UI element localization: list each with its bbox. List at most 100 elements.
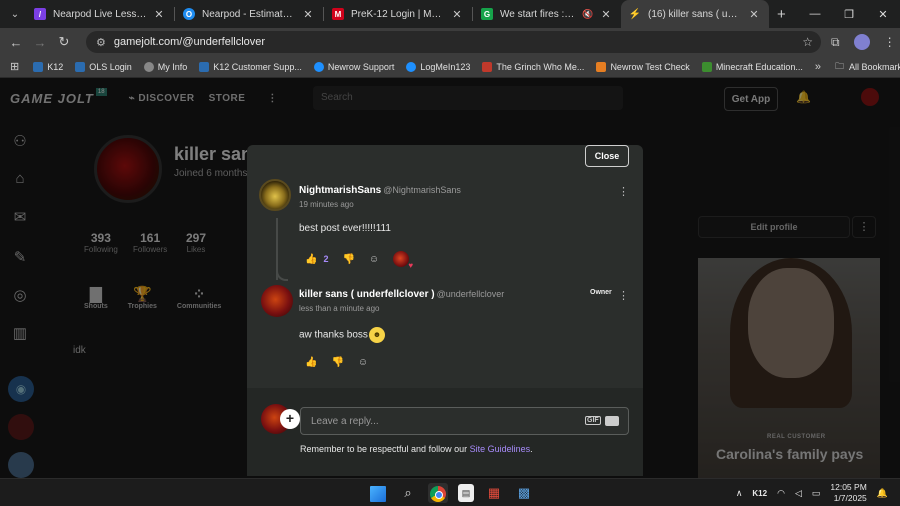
bookmark-label: Minecraft Education...	[715, 61, 803, 72]
tray-chevron-up-icon[interactable]: ∧	[736, 488, 743, 499]
start-windows-icon[interactable]	[368, 483, 388, 503]
bookmark-newrow-support[interactable]: Newrow Support	[313, 61, 395, 72]
tab-nearpod-estimate[interactable]: O Nearpod - Estimate & Find P ✕	[175, 0, 323, 28]
wifi-icon[interactable]: ◠	[777, 488, 785, 499]
dislike-thumb-icon[interactable]: 👎	[331, 357, 343, 368]
clock[interactable]: 12:05 PM 1/7/2025	[830, 482, 866, 504]
gif-icon[interactable]: GIF	[585, 416, 601, 425]
guidelines-text: Remember to be respectful and follow our	[300, 444, 470, 454]
tab-chat[interactable]: G We start fires :D - Chat 🔇 ✕	[473, 0, 621, 28]
newrow-icon	[596, 61, 607, 72]
reply-text-content: aw thanks boss	[299, 329, 368, 341]
tab-close-icon[interactable]: ✕	[152, 8, 166, 21]
replier-avatar[interactable]	[261, 285, 293, 317]
bookmark-label: K12 Customer Supp...	[213, 61, 302, 72]
chrome-icon[interactable]	[428, 483, 448, 503]
minimize-icon[interactable]: —	[798, 0, 832, 28]
system-tray: ∧ K12 ◠ ◁ ▭ 12:05 PM 1/7/2025 🔔	[736, 482, 888, 504]
tab-nearpod-live[interactable]: / Nearpod Live Lesson - Estim ✕	[26, 0, 174, 28]
url-bar[interactable]: ⚙ gamejolt.com/@underfellclover ☆	[86, 31, 821, 53]
window-close-icon[interactable]: ✕	[866, 0, 900, 28]
search-icon[interactable]: ⌕	[398, 483, 418, 503]
back-arrow-icon[interactable]: ←	[4, 35, 28, 50]
url-text[interactable]: gamejolt.com/@underfellclover	[114, 36, 265, 48]
reply-input[interactable]: Leave a reply...	[300, 407, 629, 435]
add-attachment-plus-icon[interactable]: +	[280, 409, 300, 429]
tab-close-icon[interactable]: ✕	[599, 8, 613, 21]
tab-mcgraw-hill[interactable]: M PreK-12 Login | McGraw Hill ✕	[324, 0, 472, 28]
logmein-icon	[406, 61, 417, 72]
tab-search-icon[interactable]: ⌄	[4, 3, 26, 25]
toolbar-actions: ⧉ ⋮	[831, 34, 896, 50]
terms-of-use-icon[interactable]: ▤	[458, 484, 474, 502]
replier-handle: @underfellclover	[436, 289, 505, 299]
like-thumb-icon[interactable]: 👍	[305, 254, 317, 265]
calculator-icon[interactable]: ▩	[514, 483, 534, 503]
screen: ⌄ / Nearpod Live Lesson - Estim ✕ O Near…	[0, 0, 900, 506]
commenter-avatar[interactable]	[259, 179, 291, 211]
reload-icon[interactable]: ↻	[52, 34, 76, 50]
bookmark-label: Newrow Support	[327, 61, 395, 72]
folder-icon: 🗀	[834, 60, 844, 71]
bookmark-label: K12	[47, 61, 64, 72]
new-tab-plus-icon[interactable]: +	[777, 6, 786, 23]
bookmark-minecraft[interactable]: Minecraft Education...	[701, 61, 803, 72]
reply-time[interactable]: less than a minute ago	[299, 304, 380, 313]
tab-close-icon[interactable]: ✕	[301, 8, 315, 21]
profile-avatar-icon[interactable]	[853, 34, 870, 50]
dislike-thumb-icon[interactable]: 👎	[342, 254, 354, 265]
tray-k12[interactable]: K12	[752, 489, 767, 498]
restore-icon[interactable]: ❐	[832, 0, 866, 28]
bookmark-grinch[interactable]: The Grinch Who Me...	[482, 61, 584, 72]
tab-title: (16) killer sans ( underfellclo	[648, 8, 743, 20]
windows-logo-icon	[370, 486, 386, 502]
tab-close-icon[interactable]: ✕	[450, 8, 464, 21]
reply-more-icon[interactable]: ⋮	[618, 289, 629, 302]
bookmark-ols-login[interactable]: OLS Login	[75, 61, 132, 72]
site-guidelines-link[interactable]: Site Guidelines	[470, 444, 531, 454]
mute-icon[interactable]: 🔇	[581, 9, 595, 20]
bookmark-logmein[interactable]: LogMeIn123	[406, 61, 470, 72]
mcgraw-hill-favicon-icon: M	[332, 8, 344, 20]
salesforce-cloud-icon	[313, 61, 324, 72]
battery-icon[interactable]: ▭	[812, 488, 821, 499]
taskbar-apps: ⌕ ▤ ▦ ▩	[368, 483, 534, 503]
app-grid-icon[interactable]: ▦	[484, 483, 504, 503]
heart-icon: ♥	[408, 261, 414, 270]
like-thumb-icon[interactable]: 👍	[305, 357, 317, 368]
bookmark-k12-support[interactable]: K12 Customer Supp...	[199, 61, 302, 72]
comment-time[interactable]: 19 minutes ago	[299, 200, 354, 209]
tab-gamejolt[interactable]: ⚡ (16) killer sans ( underfellclo ✕	[621, 0, 769, 28]
commenter-handle: @NightmarishSans	[383, 185, 461, 195]
keyboard-icon[interactable]	[605, 416, 619, 426]
close-button[interactable]: Close	[585, 145, 629, 167]
bookmark-k12[interactable]: K12	[33, 61, 64, 72]
forward-arrow-icon[interactable]: →	[28, 35, 52, 50]
bookmark-newrow-test[interactable]: Newrow Test Check	[596, 61, 690, 72]
replier-name[interactable]: killer sans ( underfellclover ) @underfel…	[299, 289, 504, 300]
like-count[interactable]: 2	[323, 254, 328, 264]
smiley-emoji-icon: ☻	[368, 327, 385, 343]
site-info-icon[interactable]: ⚙	[96, 36, 106, 49]
add-reaction-icon[interactable]: ☺	[358, 357, 368, 368]
bookmark-star-icon[interactable]: ☆	[802, 35, 813, 49]
volume-icon[interactable]: ◁	[795, 488, 802, 499]
comment-more-icon[interactable]: ⋮	[618, 185, 629, 198]
add-reaction-icon[interactable]: ☺	[369, 254, 379, 265]
bookmarks-overflow-chevron-icon[interactable]: »	[815, 61, 821, 73]
tab-close-icon[interactable]: ✕	[747, 8, 761, 21]
bookmark-my-info[interactable]: My Info	[143, 61, 188, 72]
comment-actions: 👍 2 👎 ☺ ♥	[305, 251, 413, 270]
replier-display-name: killer sans ( underfellclover )	[299, 289, 435, 300]
guidelines-period: .	[530, 444, 533, 454]
commenter-name[interactable]: NightmarishSans @NightmarishSans	[299, 185, 461, 196]
apps-grid-icon[interactable]: ⊞	[10, 60, 19, 73]
tab-title: We start fires :D - Chat	[500, 8, 577, 20]
bookmark-label: Newrow Test Check	[610, 61, 690, 72]
bookmark-label: My Info	[157, 61, 188, 72]
extensions-puzzle-icon[interactable]: ⧉	[831, 35, 840, 50]
browser-menu-icon[interactable]: ⋮	[884, 35, 896, 49]
windows-taskbar: ⌕ ▤ ▦ ▩ ∧ K12 ◠ ◁ ▭ 12:05 PM 1/7/2025 🔔	[0, 478, 900, 506]
all-bookmarks[interactable]: 🗀 All Bookmarks	[835, 59, 900, 75]
notification-bell-icon[interactable]: 🔔	[877, 488, 888, 499]
